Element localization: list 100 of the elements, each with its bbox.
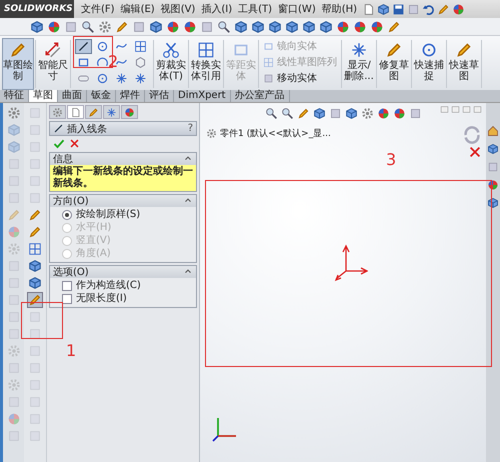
- panel-tab[interactable]: [67, 105, 84, 119]
- pencil-icon: [88, 106, 99, 118]
- panel-tab[interactable]: [49, 105, 66, 119]
- cube-icon[interactable]: [319, 20, 333, 34]
- help-button[interactable]: ?: [188, 123, 193, 134]
- cube-icon[interactable]: [28, 276, 42, 290]
- cube-icon[interactable]: [487, 143, 499, 155]
- sphere-icon[interactable]: [487, 179, 499, 191]
- ribbon-tab[interactable]: 评估: [145, 90, 174, 102]
- house-icon[interactable]: [487, 125, 499, 137]
- menu-item[interactable]: 编辑(E): [118, 2, 158, 16]
- line-icon: [77, 40, 90, 53]
- checkbox[interactable]: [62, 280, 72, 290]
- save-icon[interactable]: [392, 2, 406, 16]
- ribbon-button[interactable]: 修复草图: [378, 38, 410, 90]
- sphere-icon[interactable]: [392, 107, 406, 120]
- group-header[interactable]: 选项(O): [50, 266, 196, 278]
- cube-icon[interactable]: [251, 20, 265, 34]
- info-message: 编辑下一新线条的设定或绘制一新线条。: [50, 165, 196, 191]
- pencil-icon[interactable]: [28, 225, 42, 239]
- ok-button[interactable]: [53, 138, 65, 150]
- sphere-icon[interactable]: [336, 20, 350, 34]
- ribbon-button[interactable]: 显示/删除...: [343, 38, 375, 90]
- ribbon-button[interactable]: 转换实体引用: [190, 38, 222, 90]
- panel-tab[interactable]: [103, 105, 120, 119]
- gear-icon[interactable]: [98, 20, 112, 34]
- cube-icon[interactable]: [30, 20, 44, 34]
- box-icon[interactable]: [408, 107, 422, 120]
- rebuild-icon[interactable]: [462, 125, 482, 145]
- ribbon-tab[interactable]: 办公室产品: [230, 90, 290, 102]
- grid-icon: [263, 56, 274, 68]
- cancel-button[interactable]: [69, 138, 80, 150]
- ribbon-tab[interactable]: 草图: [29, 90, 58, 102]
- sphere-icon[interactable]: [452, 2, 466, 16]
- panel-tab[interactable]: [121, 105, 138, 119]
- ribbon-button[interactable]: 快速草图: [448, 38, 480, 90]
- menu-item[interactable]: 插入(I): [198, 2, 236, 16]
- radio-button[interactable]: [62, 210, 72, 220]
- feature-tree-item[interactable]: 零件1 (默认<<默认>_显...: [220, 127, 331, 140]
- cross-icon[interactable]: [468, 145, 482, 159]
- sphere-icon[interactable]: [166, 20, 180, 34]
- gear-icon[interactable]: [6, 106, 20, 120]
- menu-item[interactable]: 窗口(W): [275, 2, 319, 16]
- group-header[interactable]: 信息: [50, 153, 196, 165]
- pencil-icon[interactable]: [296, 107, 310, 120]
- pencil-icon[interactable]: [437, 2, 450, 16]
- box-icon[interactable]: [28, 327, 42, 341]
- cube-icon[interactable]: [268, 20, 282, 34]
- zoom-icon[interactable]: [264, 107, 278, 120]
- sphere-icon[interactable]: [376, 107, 390, 120]
- cube-icon[interactable]: [302, 20, 316, 34]
- group-title: 方向(O): [53, 194, 89, 208]
- gear-icon[interactable]: [360, 107, 374, 120]
- ribbon-tab[interactable]: 钣金: [87, 90, 116, 102]
- document-icon[interactable]: [362, 2, 376, 16]
- menu-item[interactable]: 文件(F): [78, 2, 118, 16]
- gear-icon[interactable]: [206, 128, 217, 139]
- group-header[interactable]: 方向(O): [50, 195, 196, 207]
- zoom-icon[interactable]: [81, 20, 95, 34]
- cube-icon[interactable]: [285, 20, 299, 34]
- cube-icon[interactable]: [28, 259, 42, 273]
- ribbon-tab[interactable]: DimXpert: [174, 90, 231, 102]
- checkbox[interactable]: [62, 294, 72, 304]
- option-label: 按绘制原样(S): [76, 208, 140, 221]
- ribbon-tab[interactable]: 焊件: [116, 90, 145, 102]
- cube-icon[interactable]: [377, 2, 390, 16]
- pencil-icon[interactable]: [28, 293, 42, 307]
- ribbon-button[interactable]: 剪裁实体(T): [155, 38, 187, 90]
- option-label: 角度(A): [76, 247, 111, 260]
- cube-icon[interactable]: [234, 20, 248, 34]
- cube-icon[interactable]: [312, 107, 326, 120]
- box-icon[interactable]: [487, 161, 499, 173]
- ribbon-button[interactable]: 移动实体: [263, 71, 337, 85]
- menu-item[interactable]: 视图(V): [158, 2, 198, 16]
- sphere-icon[interactable]: [47, 20, 61, 34]
- group-title: 信息: [53, 152, 73, 166]
- sphere-icon[interactable]: [353, 20, 367, 34]
- sketch-tool-button[interactable]: [132, 39, 149, 54]
- origin-drawing: [334, 243, 368, 283]
- option-label: 水平(H): [76, 221, 112, 234]
- cross-icon: [69, 138, 80, 149]
- panel-tab[interactable]: [85, 105, 102, 119]
- ribbon-button[interactable]: 智能尺寸: [37, 38, 69, 90]
- ribbon-button[interactable]: 草图绘制: [2, 38, 34, 90]
- menu-item[interactable]: 帮助(H): [318, 2, 360, 16]
- sketch-tool-button[interactable]: [75, 39, 92, 54]
- grid-icon[interactable]: [28, 242, 42, 256]
- zoom-icon[interactable]: [280, 107, 294, 120]
- cube-icon[interactable]: [344, 107, 358, 120]
- gear-icon: [52, 106, 63, 118]
- pencil-icon[interactable]: [28, 208, 42, 222]
- cube-icon[interactable]: [149, 20, 163, 34]
- zoom-icon[interactable]: [217, 20, 231, 34]
- ribbon-tab[interactable]: 曲面: [58, 90, 87, 102]
- sphere-icon[interactable]: [370, 20, 384, 34]
- cube-icon[interactable]: [487, 197, 499, 209]
- menu-item[interactable]: 工具(T): [235, 2, 276, 16]
- ribbon-button[interactable]: 快速捕捉: [413, 38, 445, 90]
- undo-icon[interactable]: [422, 2, 436, 16]
- sphere-icon[interactable]: [183, 20, 197, 34]
